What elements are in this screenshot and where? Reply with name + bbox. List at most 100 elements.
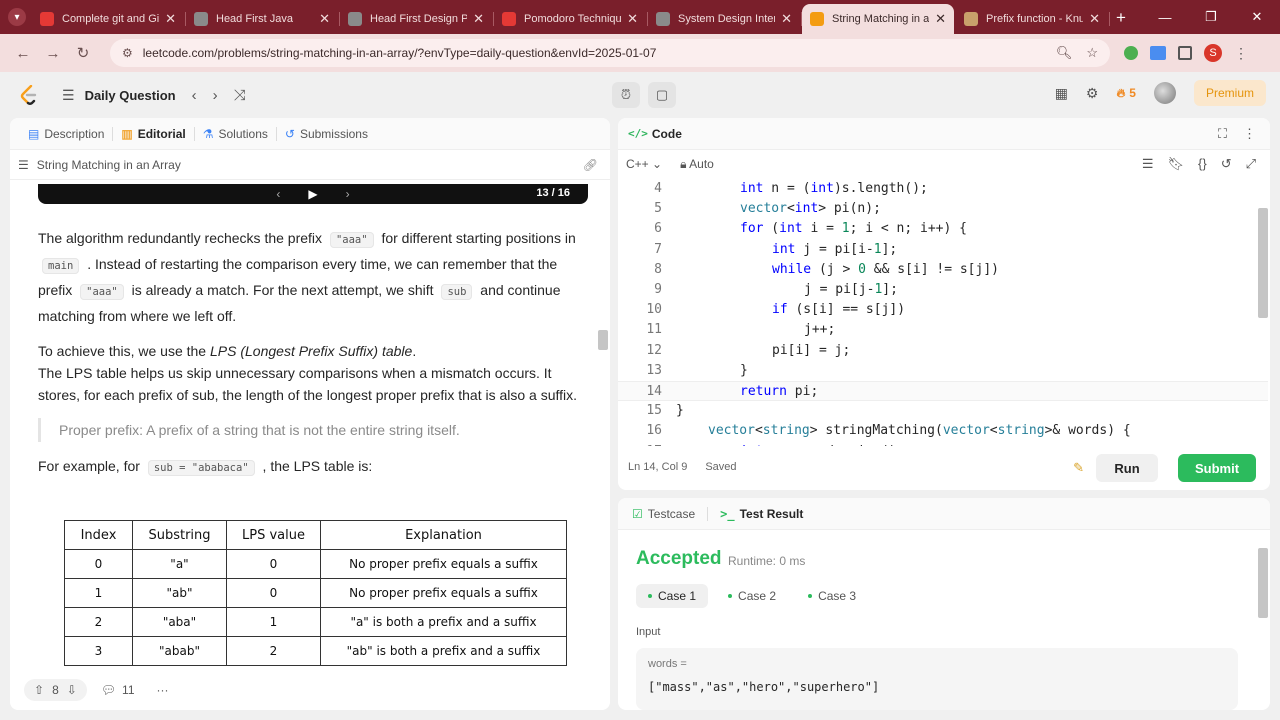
- browser-tab[interactable]: Head First Java ✕: [186, 4, 340, 34]
- reset-icon[interactable]: ↺: [1221, 156, 1232, 172]
- translate-extension-icon[interactable]: [1150, 46, 1166, 60]
- tab-search-icon[interactable]: ▾: [8, 8, 26, 26]
- cursor-position: Ln 14, Col 9: [628, 461, 688, 473]
- editor-scrollbar-thumb[interactable]: [1258, 208, 1268, 318]
- close-tab-icon[interactable]: ✕: [935, 11, 946, 27]
- left-scrollbar-thumb[interactable]: [598, 330, 608, 350]
- notes-sticky-icon[interactable]: ✎: [1073, 460, 1084, 476]
- case-tab[interactable]: Case 3: [796, 584, 868, 608]
- fullscreen-icon[interactable]: ⤢: [1246, 156, 1256, 172]
- back-icon[interactable]: ←: [10, 45, 36, 62]
- code-line[interactable]: 11 j++;: [618, 320, 1268, 340]
- close-tab-icon[interactable]: ✕: [473, 11, 484, 27]
- close-tab-icon[interactable]: ✕: [1089, 11, 1100, 27]
- bookmark-star-icon[interactable]: ☆: [1086, 45, 1098, 61]
- code-line[interactable]: 9 j = pi[j-1];: [618, 280, 1268, 300]
- reload-icon[interactable]: ↻: [70, 44, 96, 62]
- code-line[interactable]: 15}: [618, 401, 1268, 421]
- link-icon[interactable]: 🔗︎: [583, 158, 598, 172]
- tab-test-result[interactable]: >_ Test Result: [716, 507, 807, 521]
- code-editor[interactable]: 4 int n = (int)s.length(); 5 vector<int> pi…: [618, 178, 1268, 446]
- extensions-puzzle-icon[interactable]: [1178, 46, 1192, 60]
- code-line[interactable]: 4 int n = (int)s.length();: [618, 179, 1268, 199]
- code-line[interactable]: 14 return pi;: [618, 381, 1268, 401]
- address-bar[interactable]: ⚙ leetcode.com/problems/string-matching-…: [110, 39, 1110, 67]
- result-scrollbar-thumb[interactable]: [1258, 548, 1268, 618]
- list-icon[interactable]: ☰: [18, 158, 29, 172]
- streak-counter[interactable]: 🔥︎ 5: [1116, 86, 1136, 101]
- tab-editorial[interactable]: ▥ Editorial: [113, 127, 193, 141]
- browser-tab[interactable]: Pomodoro Techniqu ✕: [494, 4, 648, 34]
- code-line[interactable]: 7 int j = pi[i-1];: [618, 240, 1268, 260]
- code-line[interactable]: 10 if (s[i] == s[j]): [618, 300, 1268, 320]
- code-line[interactable]: 8 while (j > 0 && s[i] != s[j]): [618, 260, 1268, 280]
- notes-icon[interactable]: ▢: [648, 82, 676, 108]
- divider: [707, 506, 709, 521]
- zoom-search-icon[interactable]: 🔍︎: [1056, 45, 1073, 61]
- browser-tab[interactable]: String Matching in a ✕: [802, 4, 954, 34]
- site-info-icon[interactable]: ⚙: [122, 46, 133, 60]
- terminal-icon: >_: [720, 506, 735, 521]
- run-button[interactable]: Run: [1096, 454, 1158, 482]
- panel-menu-icon[interactable]: ⋮: [1243, 126, 1256, 142]
- extension-green-icon[interactable]: [1124, 46, 1138, 60]
- downvote-icon[interactable]: ⇩: [67, 683, 77, 697]
- input-label: Input: [636, 626, 661, 638]
- youtube-icon: [502, 12, 516, 26]
- settings-gear-icon[interactable]: ⚙: [1086, 85, 1099, 102]
- shuffle-icon[interactable]: ⤨: [234, 87, 246, 104]
- submit-button[interactable]: Submit: [1178, 454, 1256, 482]
- video-next-icon[interactable]: ›: [346, 187, 350, 201]
- close-tab-icon[interactable]: ✕: [319, 11, 330, 27]
- layout-grid-icon[interactable]: ▦: [1055, 85, 1068, 102]
- timer-icon[interactable]: ⏰︎: [612, 82, 640, 108]
- code-line[interactable]: 5 vector<int> pi(n);: [618, 199, 1268, 219]
- video-prev-icon[interactable]: ‹: [276, 187, 280, 201]
- expand-icon[interactable]: ⛶: [1218, 126, 1227, 142]
- close-tab-icon[interactable]: ✕: [781, 11, 792, 27]
- browser-tab[interactable]: Complete git and Git ✕: [32, 4, 186, 34]
- globe-icon: [348, 12, 362, 26]
- daily-question-link[interactable]: Daily Question: [85, 88, 176, 103]
- close-tab-icon[interactable]: ✕: [627, 11, 638, 27]
- maximize-icon[interactable]: ❐: [1188, 9, 1234, 25]
- code-line[interactable]: 13}: [618, 361, 1268, 381]
- format-icon[interactable]: ☰: [1142, 156, 1154, 172]
- video-player[interactable]: ‹ ▶ › 13 / 16: [38, 184, 588, 204]
- new-tab-button[interactable]: +: [1116, 8, 1126, 28]
- leetcode-logo-icon[interactable]: [18, 84, 40, 106]
- minimize-icon[interactable]: —: [1142, 10, 1188, 25]
- more-options-icon[interactable]: ···: [157, 683, 169, 697]
- problem-list-icon[interactable]: ☰: [62, 87, 75, 104]
- prev-question-icon[interactable]: ‹: [192, 87, 197, 104]
- browser-tab[interactable]: System Design Inter ✕: [648, 4, 802, 34]
- forward-icon[interactable]: →: [40, 45, 66, 62]
- leetcode-icon: [810, 12, 824, 26]
- tab-testcase[interactable]: ☑ Testcase: [628, 507, 699, 521]
- close-tab-icon[interactable]: ✕: [165, 11, 176, 27]
- comments-button[interactable]: 💬︎ 11: [101, 683, 135, 697]
- browser-tab[interactable]: Head First Design Pa ✕: [340, 4, 494, 34]
- upvote-icon[interactable]: ⇧: [34, 683, 44, 697]
- video-play-icon[interactable]: ▶: [308, 187, 317, 201]
- tab-submissions[interactable]: ↺ Submissions: [277, 127, 376, 141]
- case-tab[interactable]: Case 2: [716, 584, 788, 608]
- profile-avatar[interactable]: S: [1204, 44, 1222, 62]
- tab-description[interactable]: ▤ Description: [20, 127, 112, 141]
- autocomplete-toggle[interactable]: 🔒︎ Auto: [680, 157, 714, 172]
- premium-button[interactable]: Premium: [1193, 80, 1266, 106]
- bookmark-icon[interactable]: 🔖︎: [1167, 156, 1184, 172]
- code-line[interactable]: 6 for (int i = 1; i < n; i++) {: [618, 219, 1268, 239]
- line-number: 10: [646, 302, 662, 318]
- user-avatar[interactable]: [1153, 82, 1176, 104]
- next-question-icon[interactable]: ›: [213, 87, 218, 104]
- language-select[interactable]: C++ ⌄: [626, 157, 662, 171]
- case-tab[interactable]: Case 1: [636, 584, 709, 608]
- browser-tab[interactable]: Prefix function - Knu ✕: [956, 4, 1110, 34]
- browser-menu-icon[interactable]: ⋮: [1234, 45, 1248, 62]
- braces-icon[interactable]: {}: [1198, 156, 1207, 172]
- tab-solutions[interactable]: ⚗ Solutions: [195, 127, 276, 141]
- code-line[interactable]: 12 pi[i] = j;: [618, 341, 1268, 361]
- code-line[interactable]: 16 vector<string> stringMatching(vector<s…: [618, 421, 1268, 441]
- close-window-icon[interactable]: ✕: [1234, 9, 1280, 25]
